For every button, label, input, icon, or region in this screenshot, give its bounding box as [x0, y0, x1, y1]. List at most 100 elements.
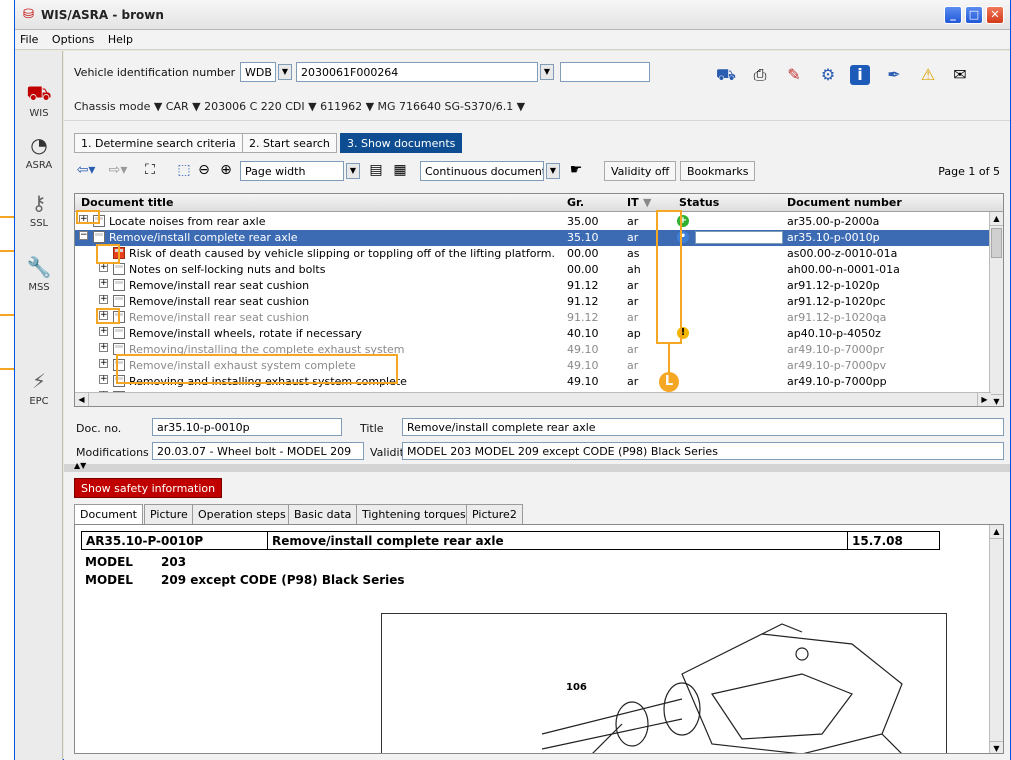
- table-row[interactable]: + Notes on self-locking nuts and bolts 00.…: [75, 262, 991, 278]
- mail-icon[interactable]: ✉: [948, 63, 972, 87]
- table-row[interactable]: Risk of death caused by vehicle slipping…: [75, 246, 991, 262]
- title-field[interactable]: Remove/install complete rear axle: [402, 418, 1004, 436]
- col-group[interactable]: Gr.: [567, 196, 584, 209]
- col-title[interactable]: Document title: [81, 196, 173, 209]
- row-it: ap: [627, 327, 641, 340]
- tab-basic-data[interactable]: Basic data: [288, 504, 358, 524]
- key-icon: ⚷: [31, 191, 47, 215]
- docno-field[interactable]: ar35.10-p-0010p: [152, 418, 342, 436]
- callout-box-toggle: [76, 210, 100, 224]
- warning-mail-icon[interactable]: ⚠: [916, 63, 940, 87]
- vin-extra-field[interactable]: [560, 62, 650, 82]
- table-row[interactable]: − Remove/install complete rear axle 35.10 a…: [75, 230, 991, 246]
- expand-toggle[interactable]: +: [99, 327, 108, 336]
- viewer-scroll-down[interactable]: ▼: [990, 741, 1003, 753]
- tab-document[interactable]: Document: [74, 504, 143, 525]
- expand-toggle[interactable]: +: [99, 375, 108, 384]
- safety-info-button[interactable]: Show safety information: [74, 478, 223, 498]
- scroll-up-arrow[interactable]: ▲: [990, 212, 1003, 226]
- row-group: 91.12: [567, 311, 599, 324]
- vin-prefix-field[interactable]: WDB: [240, 62, 276, 82]
- zoom-out-icon[interactable]: ⊖: [192, 158, 216, 182]
- status-edit-field[interactable]: [695, 231, 783, 244]
- vehicle-icon[interactable]: ⛟: [714, 63, 738, 87]
- vin-number-dropdown[interactable]: ▼: [540, 64, 554, 80]
- rear-axle-figure[interactable]: 106: [381, 613, 947, 753]
- zoom-dropdown[interactable]: ▼: [346, 163, 360, 179]
- row-it: ar: [627, 311, 639, 324]
- step-show-documents[interactable]: 3. Show documents: [340, 133, 463, 153]
- maximize-button[interactable]: □: [965, 6, 983, 24]
- step-start-search[interactable]: 2. Start search: [242, 133, 337, 153]
- scroll-thumb[interactable]: [991, 228, 1002, 258]
- expand-toggle[interactable]: +: [99, 359, 108, 368]
- modifications-field[interactable]: 20.03.07 - Wheel bolt - MODEL 209: [152, 442, 364, 460]
- table-horizontal-scrollbar[interactable]: ◀ ▶: [75, 392, 991, 406]
- menu-file[interactable]: File: [15, 30, 43, 49]
- back-icon[interactable]: ⇦▾: [74, 158, 98, 182]
- scroll-down-arrow[interactable]: ▼: [990, 394, 1003, 406]
- expand-toggle[interactable]: +: [99, 343, 108, 352]
- table-vertical-scrollbar[interactable]: ▲ ▼: [989, 212, 1003, 406]
- collapse-arrows-icon[interactable]: ▲▼: [74, 461, 86, 470]
- sidebar-item-mss[interactable]: 🔧 MSS: [15, 255, 63, 293]
- minimize-button[interactable]: _: [944, 6, 962, 24]
- fullscreen-icon[interactable]: ⛶: [138, 158, 162, 182]
- viewer-scroll-up[interactable]: ▲: [990, 525, 1003, 539]
- tab-tightening-torques[interactable]: Tightening torques: [356, 504, 472, 524]
- col-doc-number[interactable]: Document number: [787, 196, 902, 209]
- step-determine-criteria[interactable]: 1. Determine search criteria: [74, 133, 243, 153]
- col-status[interactable]: Status: [679, 196, 719, 209]
- sidebar-item-asra[interactable]: ◔ ASRA: [15, 133, 63, 171]
- help-book-icon[interactable]: ✒: [882, 63, 906, 87]
- zoom-select[interactable]: Page width: [240, 161, 344, 181]
- scroll-left-arrow[interactable]: ◀: [75, 393, 89, 406]
- tab-operation-steps[interactable]: Operation steps: [192, 504, 292, 524]
- multi-page-icon[interactable]: ▦: [388, 158, 412, 182]
- info-icon[interactable]: i: [850, 65, 870, 85]
- view-mode-dropdown[interactable]: ▼: [546, 163, 560, 179]
- tab-picture2[interactable]: Picture2: [466, 504, 523, 524]
- chassis-breadcrumb[interactable]: Chassis mode ▼ CAR ▼ 203006 C 220 CDI ▼ …: [64, 95, 1010, 121]
- table-row[interactable]: + Remove/install wheels, rotate if necess…: [75, 326, 991, 342]
- vin-number-field[interactable]: 2030061F000264: [296, 62, 538, 82]
- sidebar-item-wis[interactable]: ⛟ WIS: [15, 81, 63, 119]
- hand-icon[interactable]: ☛: [564, 158, 588, 182]
- expand-toggle[interactable]: +: [99, 295, 108, 304]
- printer-icon[interactable]: ⎙: [748, 63, 772, 87]
- expand-toggle[interactable]: +: [99, 279, 108, 288]
- col-it[interactable]: IT: [627, 196, 639, 209]
- gauge-icon: ◔: [30, 133, 48, 157]
- row-it: ah: [627, 263, 641, 276]
- zoom-in-icon[interactable]: ⊕: [214, 158, 238, 182]
- doc-title: Remove/install complete rear axle: [267, 531, 848, 550]
- menu-help[interactable]: Help: [103, 30, 138, 49]
- row-group: 00.00: [567, 247, 599, 260]
- table-row[interactable]: + Remove/install rear seat cushion 91.12 ar…: [75, 294, 991, 310]
- settings-icon[interactable]: ⚙: [816, 63, 840, 87]
- expand-toggle[interactable]: +: [99, 263, 108, 272]
- collapse-toggle[interactable]: −: [79, 231, 88, 240]
- sidebar-item-epc[interactable]: ⚡ EPC: [15, 369, 63, 407]
- view-mode-select[interactable]: Continuous document: [420, 161, 544, 181]
- eraser-icon[interactable]: ✎: [782, 63, 806, 87]
- validity-button[interactable]: Validity off: [604, 161, 677, 181]
- single-page-icon[interactable]: ▤: [364, 158, 388, 182]
- bookmarks-button[interactable]: Bookmarks: [680, 161, 756, 181]
- close-button[interactable]: ✕: [986, 6, 1004, 24]
- table-row[interactable]: + Locate noises from rear axle 35.00 ar ar35…: [75, 214, 991, 230]
- row-it: ar: [627, 231, 639, 244]
- viewer-vertical-scrollbar[interactable]: ▲ ▼: [989, 525, 1003, 753]
- row-doc-number: ar35.10-p-0010p: [787, 231, 880, 244]
- sidebar-item-ssl[interactable]: ⚷ SSL: [15, 191, 63, 229]
- app-icon: ⛁: [23, 7, 34, 22]
- scroll-right-arrow[interactable]: ▶: [977, 393, 991, 406]
- vin-prefix-dropdown[interactable]: ▼: [278, 64, 292, 80]
- table-row[interactable]: + Remove/install rear seat cushion 91.12 ar…: [75, 278, 991, 294]
- table-row[interactable]: + Remove/install rear seat cushion 91.12 ar…: [75, 310, 991, 326]
- menu-options[interactable]: Options: [47, 30, 99, 49]
- forward-icon[interactable]: ⇨▾: [106, 158, 130, 182]
- validity-field[interactable]: MODEL 203 MODEL 209 except CODE (P98) Bl…: [402, 442, 1004, 460]
- tab-picture[interactable]: Picture: [144, 504, 194, 524]
- pane-divider[interactable]: ▲▼: [64, 461, 1010, 472]
